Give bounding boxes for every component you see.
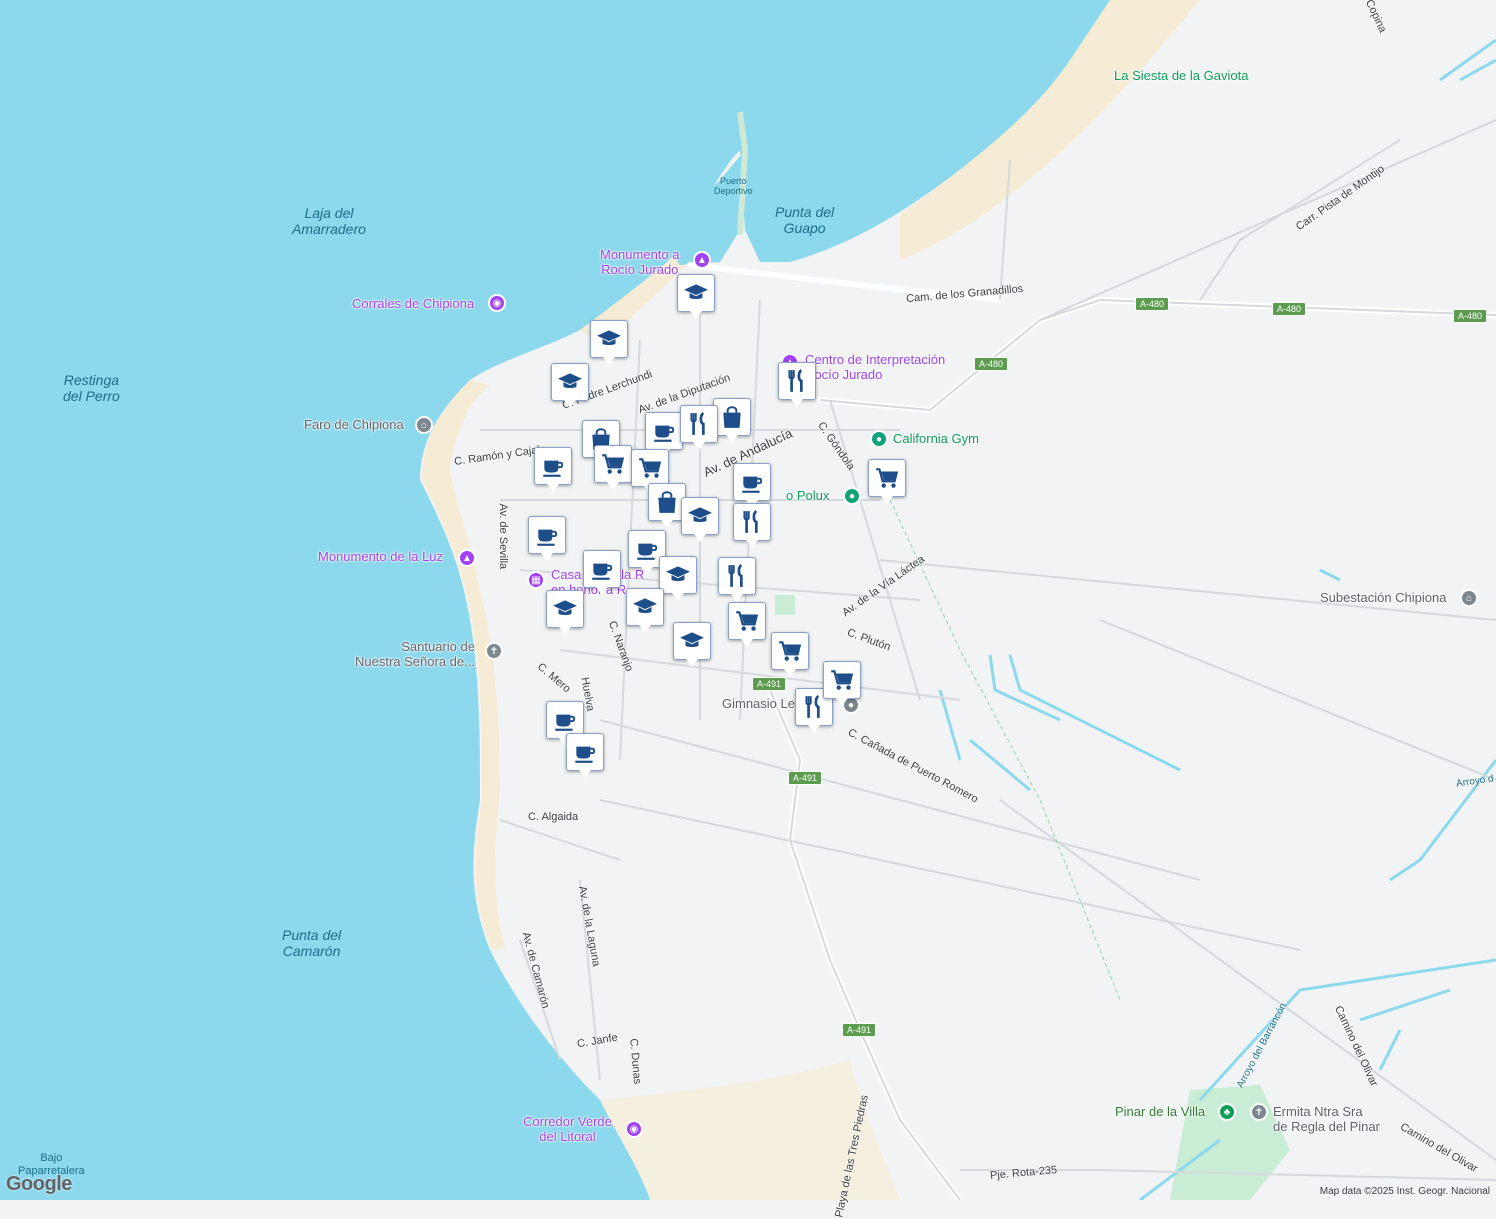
school-icon: [683, 280, 709, 306]
shopping-cart-marker[interactable]: [868, 459, 906, 504]
building-icon[interactable]: ⌂: [1460, 589, 1478, 607]
poi-label[interactable]: Monumento a Rocío Jurado: [600, 247, 680, 278]
shopping-bag-icon: [719, 404, 745, 430]
road-shield: A-491: [752, 677, 787, 691]
restaurant-icon: [739, 509, 765, 535]
coffee-marker[interactable]: [583, 550, 621, 595]
shopping-cart-marker[interactable]: [771, 632, 809, 677]
church-icon[interactable]: ✝: [485, 642, 503, 660]
school-marker[interactable]: [681, 497, 719, 542]
shopping-cart-marker[interactable]: [728, 602, 766, 647]
road-shield: A-491: [842, 1023, 877, 1037]
shopping-cart-marker[interactable]: [594, 445, 632, 490]
poi-label[interactable]: Gimnasio Le: [722, 696, 795, 712]
water-label: Punta del Guapo: [775, 204, 835, 237]
coffee-icon: [540, 453, 566, 479]
coffee-icon: [651, 418, 677, 444]
shopping-bag-icon: [654, 489, 680, 515]
restaurant-icon: [724, 563, 750, 589]
camera-icon[interactable]: ◉: [625, 1120, 643, 1138]
camera-icon[interactable]: ◉: [488, 294, 506, 312]
attribution: Map data ©2025 Inst. Geogr. Nacional: [1319, 1186, 1490, 1197]
coffee-icon: [589, 556, 615, 582]
restaurant-marker[interactable]: [733, 503, 771, 548]
coffee-marker[interactable]: [534, 447, 572, 492]
water-label: Punta del Camarón: [282, 927, 342, 960]
google-logo: Google: [6, 1173, 72, 1195]
restaurant-marker[interactable]: [718, 557, 756, 602]
shopping-cart-icon: [600, 451, 626, 477]
restaurant-icon: [784, 368, 810, 394]
road-shield: A-480: [1135, 297, 1170, 311]
shopping-bag-marker[interactable]: [713, 398, 751, 443]
landmark-icon[interactable]: ⌂: [415, 416, 433, 434]
coffee-marker[interactable]: [566, 733, 604, 778]
monument-icon[interactable]: ▲: [693, 251, 711, 269]
shopping-cart-icon: [874, 465, 900, 491]
poi-label[interactable]: Centro de Interpretación Rocío Jurado: [805, 352, 945, 383]
school-marker[interactable]: [626, 588, 664, 633]
school-marker[interactable]: [546, 590, 584, 635]
school-icon: [687, 503, 713, 529]
poi-label[interactable]: Corrales de Chipiona: [352, 296, 474, 312]
road-shield: A-491: [788, 771, 823, 785]
tree-icon[interactable]: ♣: [1218, 1103, 1236, 1121]
coffee-marker[interactable]: [528, 516, 566, 561]
poi-label[interactable]: Subestación Chipiona: [1320, 590, 1446, 606]
street-label: C. Algaida: [528, 811, 579, 823]
museum-icon[interactable]: ▦: [527, 571, 545, 589]
shopping-cart-icon: [777, 638, 803, 664]
poi-label[interactable]: Pinar de la Villa: [1115, 1104, 1205, 1120]
monument-icon[interactable]: ▲: [458, 549, 476, 567]
restaurant-marker[interactable]: [778, 362, 816, 407]
gym-icon[interactable]: ●: [843, 487, 861, 505]
restaurant-marker[interactable]: [680, 405, 718, 450]
school-marker[interactable]: [673, 622, 711, 667]
poi-label[interactable]: California Gym: [893, 431, 979, 447]
coffee-marker[interactable]: [733, 463, 771, 508]
coffee-marker[interactable]: [645, 412, 683, 457]
water-label: Restinga del Perro: [63, 372, 120, 405]
poi-label[interactable]: Santuario de Nuestra Señora de...: [355, 639, 475, 670]
school-marker[interactable]: [551, 363, 589, 408]
road-shield: A-480: [1272, 302, 1307, 316]
school-marker[interactable]: [659, 556, 697, 601]
park: [775, 595, 795, 615]
gym-icon[interactable]: ●: [870, 430, 888, 448]
school-icon: [596, 326, 622, 352]
school-marker[interactable]: [590, 320, 628, 365]
school-icon: [679, 628, 705, 654]
coffee-icon: [739, 469, 765, 495]
school-icon: [665, 562, 691, 588]
water-label: Laja del Amarradero: [292, 205, 366, 238]
school-icon: [557, 369, 583, 395]
shopping-cart-icon: [829, 667, 855, 693]
poi-label[interactable]: Monumento de la Luz: [318, 549, 443, 565]
coffee-icon: [552, 707, 578, 733]
coffee-icon: [634, 536, 660, 562]
poi-label[interactable]: Corredor Verde del Litoral: [523, 1114, 612, 1145]
restaurant-icon: [686, 411, 712, 437]
coffee-icon: [534, 522, 560, 548]
poi-label[interactable]: Puerto Deportivo: [714, 176, 753, 197]
shopping-cart-icon: [637, 455, 663, 481]
school-icon: [552, 596, 578, 622]
shopping-cart-marker[interactable]: [823, 661, 861, 706]
poi-label[interactable]: La Siesta de la Gaviota: [1114, 68, 1248, 84]
road-shield: A-480: [1453, 309, 1488, 323]
church-icon[interactable]: ✝: [1250, 1103, 1268, 1121]
poi-label[interactable]: Ermita Ntra Sra de Regla del Pinar: [1273, 1104, 1380, 1135]
school-icon: [632, 594, 658, 620]
shopping-cart-marker[interactable]: [631, 449, 669, 494]
shopping-cart-icon: [734, 608, 760, 634]
coffee-icon: [572, 739, 598, 765]
road-shield: A-480: [974, 357, 1009, 371]
school-marker[interactable]: [677, 274, 715, 319]
poi-label[interactable]: Faro de Chipiona: [304, 417, 404, 433]
poi-label[interactable]: o Polux: [786, 488, 829, 504]
street-label: Av. de Sevilla: [497, 503, 510, 570]
